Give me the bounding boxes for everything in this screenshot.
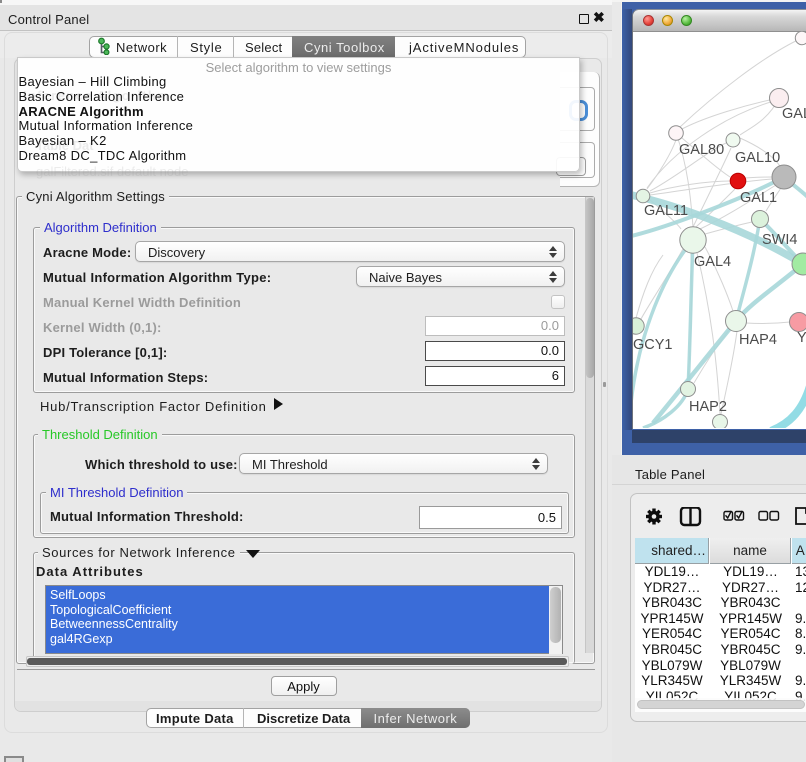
svg-text:GAL1: GAL1 — [740, 190, 777, 206]
svg-text:GAL10: GAL10 — [735, 150, 780, 166]
svg-text:GAL11: GAL11 — [644, 203, 688, 219]
svg-text:SWI4: SWI4 — [762, 232, 797, 248]
svg-text:GCY1: GCY1 — [633, 337, 673, 353]
svg-text:GAL4: GAL4 — [694, 254, 731, 270]
svg-text:GAL80: GAL80 — [679, 142, 724, 158]
svg-text:HAP2: HAP2 — [689, 399, 727, 415]
svg-text:HAP4: HAP4 — [739, 332, 777, 348]
svg-text:Y: Y — [797, 330, 806, 346]
svg-text:GAL7: GAL7 — [782, 106, 806, 122]
